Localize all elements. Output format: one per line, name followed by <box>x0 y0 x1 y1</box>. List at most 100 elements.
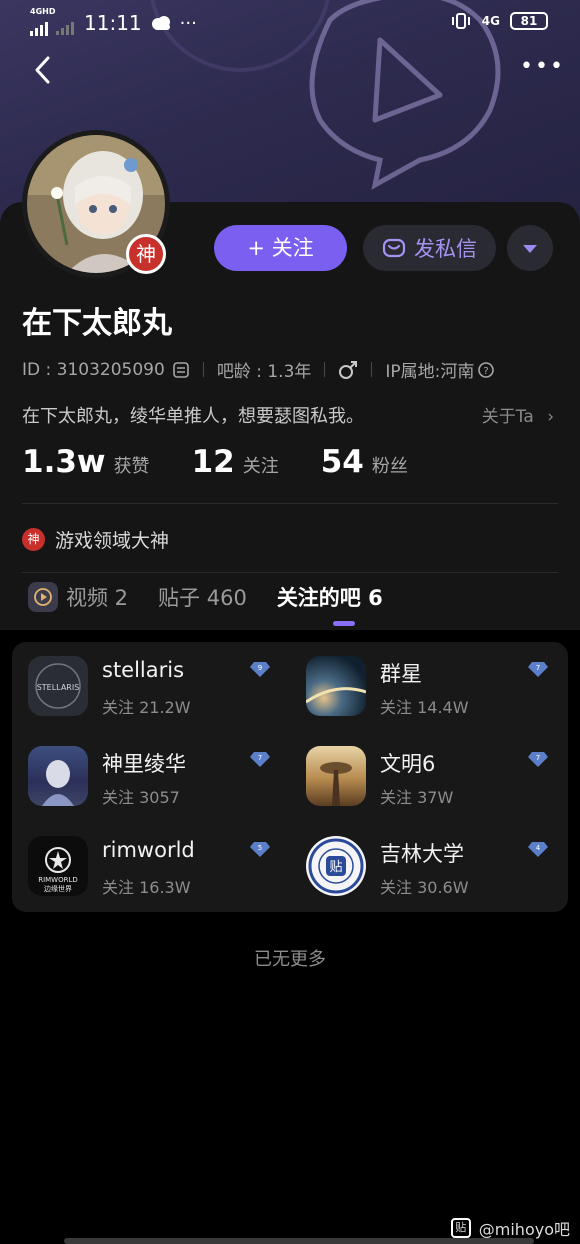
bar-icon: STELLARIS <box>28 656 88 716</box>
meta-separator <box>202 362 204 377</box>
message-icon <box>382 238 406 258</box>
bar-name: rimworld <box>102 838 195 862</box>
bar-name: stellaris <box>102 658 185 682</box>
stellaris-logo-text: STELLARIS <box>37 683 80 692</box>
stat-number: 54 <box>320 444 364 480</box>
about-link[interactable]: 关于Ta › <box>482 402 554 427</box>
svg-text:7: 7 <box>536 754 540 762</box>
ip-location: IP属地:河南 <box>385 362 475 382</box>
user-id: ID : 3103205090 <box>22 359 165 380</box>
watermark: 贴 @mihoyo吧 <box>450 1216 570 1240</box>
bar-follow-count: 关注 21.2W <box>102 698 191 717</box>
section-divider <box>22 503 558 504</box>
svg-text:7: 7 <box>536 664 540 672</box>
bar-follow-count: 关注 37W <box>380 788 454 807</box>
level-gem-icon: 7 <box>250 752 270 767</box>
copy-icon[interactable] <box>172 361 190 379</box>
chevron-right-icon: › <box>547 407 554 427</box>
god-icon: 神 <box>22 528 45 551</box>
bar-item-qunxing[interactable]: 群星 关注 14.4W 7 <box>290 642 568 732</box>
watermark-text: @mihoyo吧 <box>478 1220 570 1239</box>
level-gem-icon: 7 <box>528 752 548 767</box>
bar-item-rimworld[interactable]: RIMWORLD 边缘世界 rimworld 关注 16.3W 5 <box>12 822 290 912</box>
battery-icon: 81 <box>510 12 548 30</box>
tab-posts[interactable]: 贴子 460 <box>158 582 247 612</box>
bar-icon <box>306 746 366 806</box>
bar-name: 群星 <box>380 662 422 686</box>
bar-item-civilization-6[interactable]: 文明6 关注 37W 7 <box>290 732 568 822</box>
bar-item-kamisato-ayaka[interactable]: 神里绫华 关注 3057 7 <box>12 732 290 822</box>
bar-name: 吉林大学 <box>380 842 464 866</box>
tab-label: 贴子 460 <box>158 586 247 610</box>
status-left: 4GHD 11:11 ··· <box>30 7 197 36</box>
network-label: 4GHD <box>30 7 56 16</box>
tieba-logo-icon: 贴 <box>450 1218 471 1238</box>
tieba-icon-text: 贴 <box>329 860 342 875</box>
stat-label: 关注 <box>242 456 279 477</box>
profile-meta: ID : 3103205090 吧龄 : 1.3年 IP属地:河南 ? <box>22 357 495 382</box>
more-options-button[interactable]: ••• <box>520 54 563 84</box>
svg-text:4: 4 <box>536 844 541 852</box>
honor-row[interactable]: 神 游戏领域大神 <box>22 526 169 553</box>
bar-icon: RIMWORLD 边缘世界 <box>28 836 88 896</box>
signal-2-icon <box>56 19 74 35</box>
bar-follow-count: 关注 14.4W <box>380 698 469 717</box>
bar-name: 文明6 <box>380 752 436 776</box>
stat-number: 12 <box>191 444 235 480</box>
svg-text:9: 9 <box>258 664 262 672</box>
tab-label: 关注的吧 6 <box>276 586 383 610</box>
bar-item-stellaris[interactable]: STELLARIS stellaris 关注 21.2W 9 <box>12 642 290 732</box>
home-indicator[interactable] <box>64 1238 534 1244</box>
level-gem-icon: 4 <box>528 842 548 857</box>
mobile-data-label: 4G <box>481 14 500 28</box>
stat-label: 粉丝 <box>371 456 408 477</box>
vibrate-icon <box>451 13 470 29</box>
more-actions-dropdown[interactable] <box>507 225 553 271</box>
send-message-label: 发私信 <box>414 237 477 261</box>
back-button[interactable] <box>28 50 58 90</box>
chevron-left-icon <box>35 56 50 84</box>
help-icon[interactable]: ? <box>477 361 495 379</box>
stat-likes[interactable]: 1.3w 获赞 <box>22 444 150 480</box>
bio-text: 在下太郎丸，绫华单推人，想要瑟图私我。 <box>22 406 364 427</box>
meta-separator <box>371 362 373 377</box>
no-more-label: 已无更多 <box>254 949 326 970</box>
svg-text:7: 7 <box>258 754 262 762</box>
bar-age: 吧龄 : 1.3年 <box>216 362 312 382</box>
level-gem-icon: 9 <box>250 662 270 677</box>
tab-videos[interactable]: 视频 2 <box>28 582 128 612</box>
bar-follow-count: 关注 16.3W <box>102 878 191 897</box>
status-bar: 4GHD 11:11 ··· 4G 81 <box>0 0 580 46</box>
tab-label: 视频 2 <box>66 586 129 610</box>
username: 在下太郎丸 <box>22 306 172 341</box>
section-divider <box>22 572 558 573</box>
stats-row: 1.3w 获赞 12 关注 54 粉丝 <box>22 444 408 480</box>
svg-text:5: 5 <box>258 844 262 852</box>
rimworld-logo-text: RIMWORLD <box>38 876 78 884</box>
weather-cloud-icon <box>151 16 170 30</box>
meta-separator <box>324 362 326 377</box>
tab-followed-bars[interactable]: 关注的吧 6 <box>277 582 383 612</box>
status-time: 11:11 <box>84 11 142 35</box>
bar-follow-count: 关注 3057 <box>102 788 180 807</box>
video-icon <box>28 582 58 612</box>
bar-item-jilin-university[interactable]: 贴 吉林大学 关注 30.6W 4 <box>290 822 568 912</box>
stat-number: 1.3w <box>22 444 106 480</box>
bar-follow-count: 关注 30.6W <box>380 878 469 897</box>
bar-icon <box>306 656 366 716</box>
more-notifications-icon: ··· <box>179 12 197 34</box>
stat-fans[interactable]: 54 粉丝 <box>321 444 408 480</box>
about-label: 关于Ta <box>481 407 534 427</box>
ellipsis-icon: ••• <box>520 54 565 79</box>
followed-bars-card: STELLARIS stellaris 关注 21.2W 9 群星 关注 14.… <box>12 642 568 912</box>
stat-following[interactable]: 12 关注 <box>192 444 279 480</box>
follow-button[interactable]: + 关注 <box>214 225 347 271</box>
level-gem-icon: 5 <box>250 842 270 857</box>
stat-label: 获赞 <box>113 456 150 477</box>
bar-icon: 贴 <box>306 836 366 896</box>
male-icon <box>339 360 358 379</box>
signal-icon: 4GHD <box>30 7 55 36</box>
active-tab-indicator <box>333 621 355 626</box>
rimworld-logo-subtext: 边缘世界 <box>44 884 72 893</box>
send-message-button[interactable]: 发私信 <box>363 225 496 271</box>
